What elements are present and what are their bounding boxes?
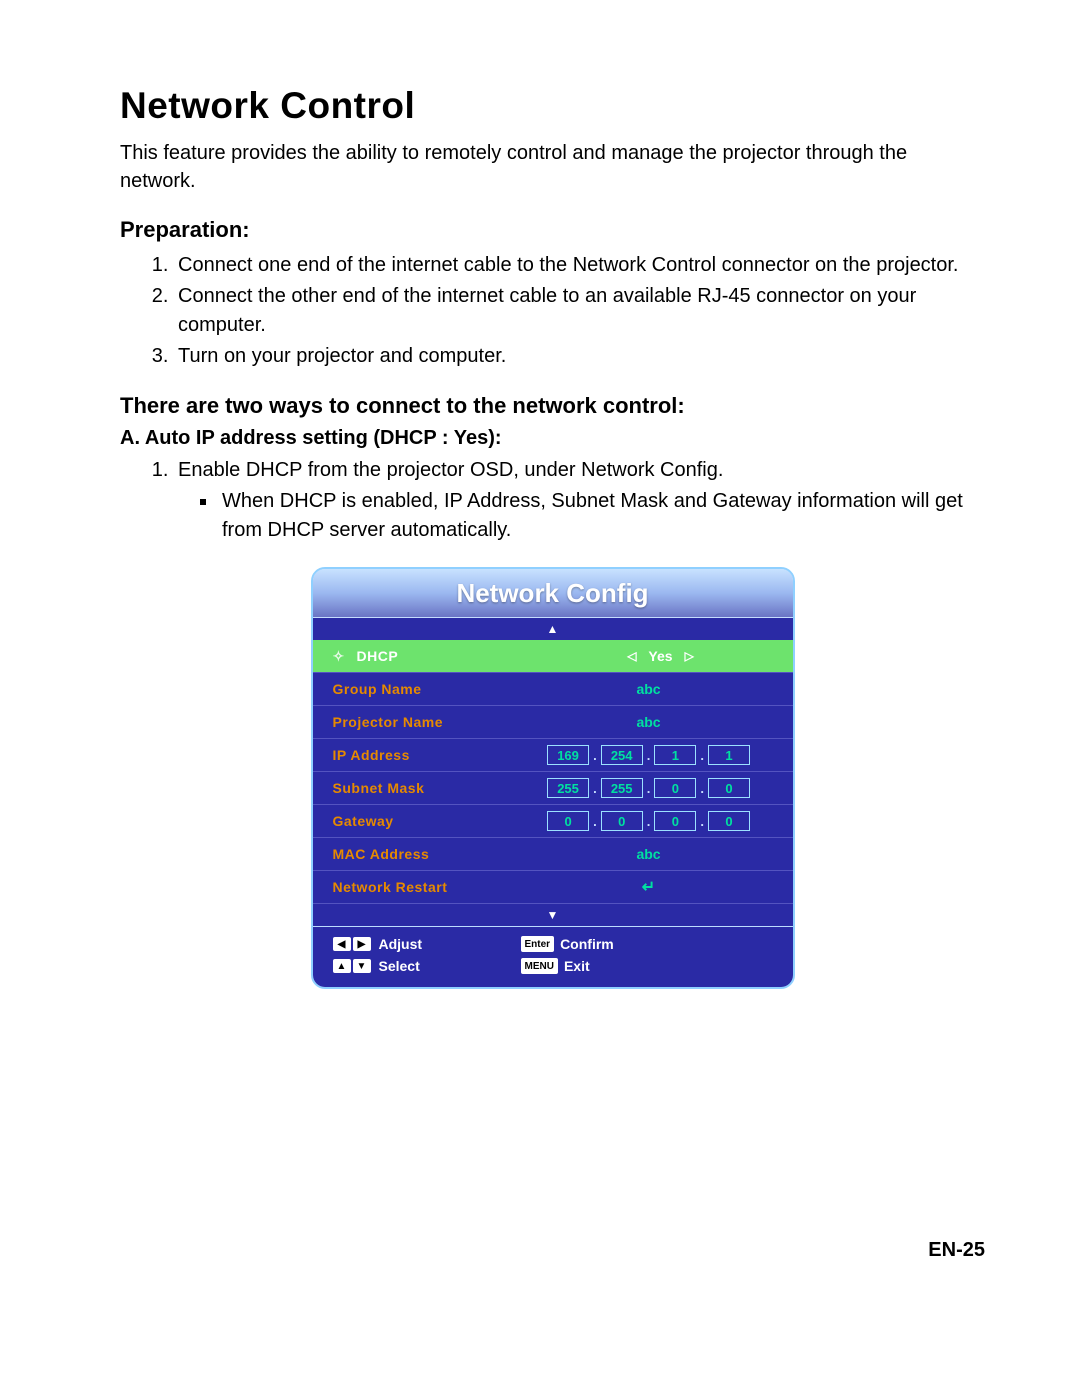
menu-item-gateway[interactable]: Gateway 0. 0. 0. 0: [313, 805, 793, 838]
dhcp-note: When DHCP is enabled, IP Address, Subnet…: [218, 487, 985, 545]
arrow-left-icon: ◁: [619, 649, 644, 663]
scroll-up-icon: ▲: [313, 618, 793, 640]
page-number: EN-25: [120, 1239, 985, 1262]
menu-item-subnet-mask[interactable]: Subnet Mask 255. 255. 0. 0: [313, 772, 793, 805]
osd-title: Network Config: [313, 569, 793, 618]
preparation-list: Connect one end of the internet cable to…: [120, 251, 985, 371]
menu-item-projector-name[interactable]: Projector Name abc: [313, 706, 793, 739]
menu-key-label: MENU: [521, 958, 558, 974]
dhcp-steps: Enable DHCP from the projector OSD, unde…: [120, 456, 985, 545]
sub-a-heading: A. Auto IP address setting (DHCP : Yes):: [120, 427, 985, 450]
dhcp-step-1: Enable DHCP from the projector OSD, unde…: [174, 456, 985, 545]
menu-item-network-restart[interactable]: Network Restart ↵: [313, 871, 793, 904]
menu-item-dhcp[interactable]: ✧ DHCP ◁ Yes ▷: [313, 640, 793, 673]
osd-window: Network Config ▲ ✧ DHCP ◁ Yes ▷ Group Na…: [311, 567, 795, 989]
menu-item-group-name[interactable]: Group Name abc: [313, 673, 793, 706]
menu-item-ip-address[interactable]: IP Address 169. 254. 1. 1: [313, 739, 793, 772]
arrow-right-icon: ▷: [677, 649, 702, 663]
menu-item-mac-address[interactable]: MAC Address abc: [313, 838, 793, 871]
preparation-heading: Preparation:: [120, 217, 985, 243]
enter-key-label: Enter: [521, 936, 555, 952]
enter-icon: ↵: [642, 877, 655, 897]
scroll-down-icon: ▼: [313, 904, 793, 926]
osd-footer: ◀▶ Adjust Enter Confirm ▲▼ Select MENU E…: [313, 926, 793, 987]
key-left-icon: ◀: [333, 937, 351, 951]
key-right-icon: ▶: [353, 937, 371, 951]
intro-text: This feature provides the ability to rem…: [120, 139, 985, 195]
prep-step-1: Connect one end of the internet cable to…: [174, 251, 985, 280]
ways-heading: There are two ways to connect to the net…: [120, 393, 985, 419]
key-down-icon: ▼: [353, 959, 371, 973]
prep-step-3: Turn on your projector and computer.: [174, 342, 985, 371]
dhcp-icon: ✧: [333, 648, 351, 665]
prep-step-2: Connect the other end of the internet ca…: [174, 282, 985, 340]
page-title: Network Control: [120, 85, 985, 127]
key-up-icon: ▲: [333, 959, 351, 973]
